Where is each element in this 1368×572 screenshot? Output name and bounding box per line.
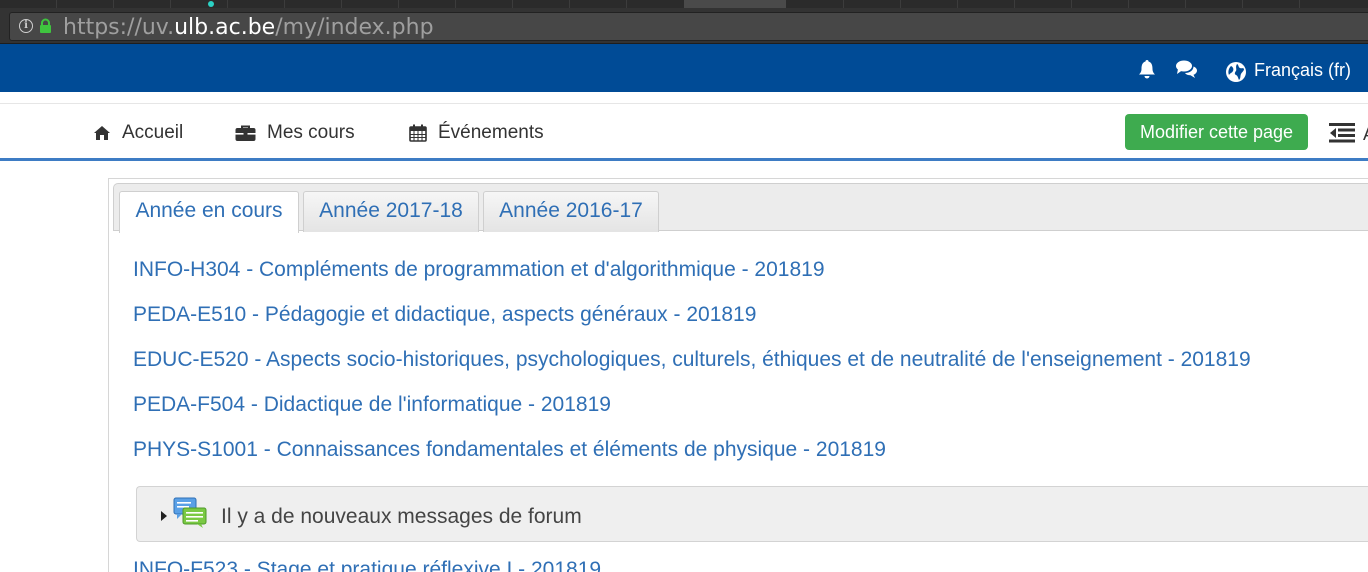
forum-notice-text: Il y a de nouveaux messages de forum [221, 505, 582, 528]
forum-icon [173, 497, 207, 528]
course-overview-block: Année en cours Année 2017-18 Année 2016-… [108, 178, 1368, 572]
forum-notice[interactable]: Il y a de nouveaux messages de forum [136, 486, 1368, 542]
nav-home-label: Accueil [122, 122, 184, 143]
tab-separator [341, 0, 342, 8]
nav-my-courses-label: Mes cours [267, 122, 355, 143]
browser-tab-strip [0, 0, 1368, 8]
tab-separator [398, 0, 399, 8]
lock-icon [40, 18, 51, 33]
tab-separator [843, 0, 844, 8]
url-prefix: https://uv. [63, 15, 175, 40]
tab-separator [1014, 0, 1015, 8]
tab-separator [227, 0, 228, 8]
url-domain: ulb.ac.be [174, 15, 276, 40]
course-link[interactable]: PEDA-F504 - Didactique de l'informatique… [133, 392, 611, 418]
url-path: /my/index.php [275, 15, 434, 40]
drawer-label-fragment: A [1363, 124, 1368, 145]
nav-events-label: Événements [438, 122, 544, 143]
address-bar[interactable]: i https://uv.ulb.ac.be/my/index.php [9, 12, 1368, 41]
tab-separator [455, 0, 456, 8]
year-tabs: Année en cours Année 2017-18 Année 2016-… [113, 183, 1368, 233]
tab-separator [1299, 0, 1300, 8]
caret-right-icon[interactable] [161, 511, 167, 521]
tab-separator [1128, 0, 1129, 8]
briefcase-icon [235, 125, 256, 141]
tab-separator [626, 0, 627, 8]
tab-separator [170, 0, 171, 8]
course-link[interactable]: EDUC-E520 - Aspects socio-historiques, p… [133, 347, 1251, 373]
course-link[interactable]: INFO-F523 - Stage et pratique réflexive … [133, 557, 601, 572]
bell-icon[interactable] [1136, 58, 1158, 80]
tab-year-2017-18[interactable]: Année 2017-18 [303, 191, 479, 232]
tab-separator [900, 0, 901, 8]
tab-separator [284, 0, 285, 8]
site-header: Français (fr) [0, 44, 1368, 92]
site-info-icon[interactable]: i [19, 19, 33, 33]
hide-blocks-icon[interactable] [1329, 122, 1355, 144]
edit-page-button[interactable]: Modifier cette page [1125, 114, 1308, 150]
nav-my-courses[interactable]: Mes cours [235, 121, 355, 145]
tab-separator [957, 0, 958, 8]
course-link[interactable]: INFO-H304 - Compléments de programmation… [133, 257, 825, 283]
tab-separator [1185, 0, 1186, 8]
browser-active-tab[interactable] [684, 0, 786, 8]
language-menu[interactable]: Français (fr) [1254, 59, 1351, 81]
globe-icon[interactable] [1225, 61, 1247, 83]
tab-separator [56, 0, 57, 8]
tab-separator [113, 0, 114, 8]
tab-year-2016-17[interactable]: Année 2016-17 [483, 191, 659, 232]
nav-events[interactable]: Événements [409, 121, 544, 145]
url-text[interactable]: https://uv.ulb.ac.be/my/index.php [63, 15, 434, 41]
calendar-icon [409, 124, 427, 142]
tab-current-year[interactable]: Année en cours [119, 191, 299, 233]
tab-separator [1071, 0, 1072, 8]
course-link[interactable]: PHYS-S1001 - Connaissances fondamentales… [133, 437, 886, 463]
browser-toolbar: i https://uv.ulb.ac.be/my/index.php [0, 8, 1368, 44]
nav-home[interactable]: Accueil [93, 121, 183, 145]
navbar: Accueil Mes cours Événements Modifier ce… [0, 103, 1368, 161]
home-icon [94, 126, 110, 140]
tab-separator [569, 0, 570, 8]
tab-separator [1242, 0, 1243, 8]
chat-icon[interactable] [1175, 58, 1197, 80]
tab-loading-dot-icon [208, 1, 214, 7]
tab-separator [512, 0, 513, 8]
course-link[interactable]: PEDA-E510 - Pédagogie et didactique, asp… [133, 302, 756, 328]
